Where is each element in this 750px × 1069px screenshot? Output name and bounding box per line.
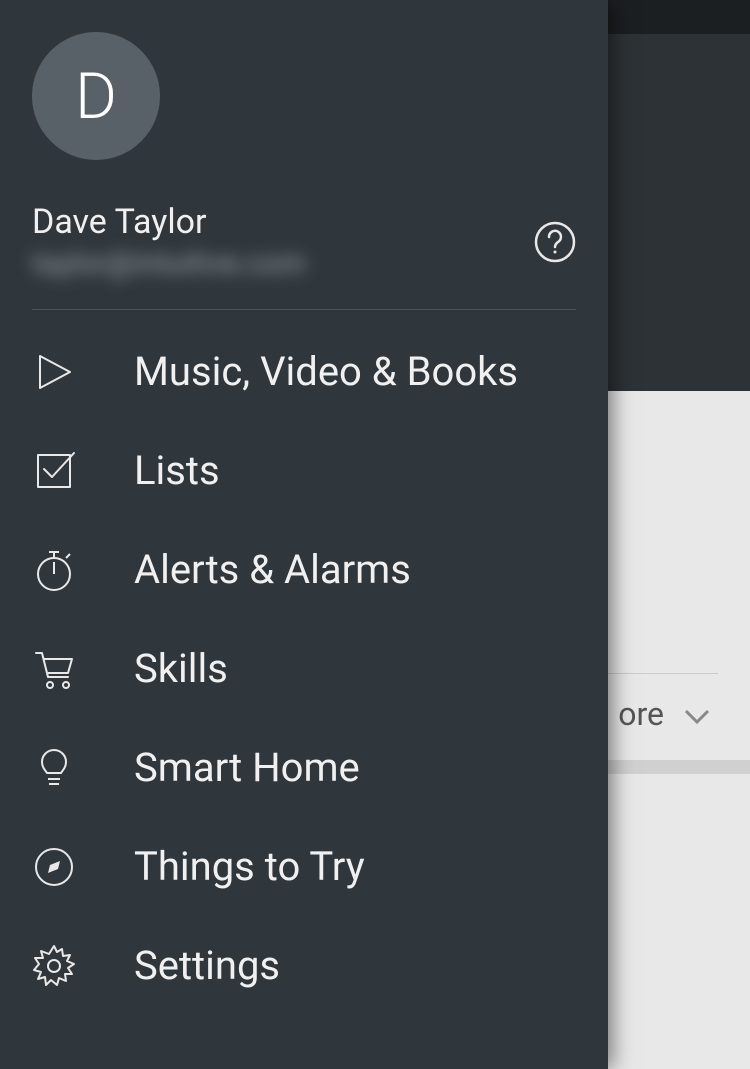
compass-icon	[32, 845, 76, 889]
cart-icon	[32, 647, 76, 691]
profile-section[interactable]: D Dave Taylor taylor@intuitive.com	[32, 32, 576, 310]
play-icon	[32, 350, 76, 394]
menu-label: Things to Try	[134, 843, 365, 890]
menu-label: Smart Home	[134, 744, 360, 791]
menu-item-alerts-alarms[interactable]: Alerts & Alarms	[32, 520, 576, 619]
stopwatch-icon	[32, 548, 76, 592]
bg-more-row[interactable]: ore	[608, 695, 710, 733]
menu-item-lists[interactable]: Lists	[32, 421, 576, 520]
menu-item-music-video-books[interactable]: Music, Video & Books	[32, 322, 576, 421]
menu-item-settings[interactable]: Settings	[32, 916, 576, 1015]
bulb-icon	[32, 746, 76, 790]
menu-item-smart-home[interactable]: Smart Home	[32, 718, 576, 817]
profile-text: Dave Taylor taylor@intuitive.com	[32, 202, 306, 281]
menu-label: Music, Video & Books	[134, 348, 518, 395]
bg-divider-line	[608, 673, 718, 674]
bg-section-divider	[608, 760, 750, 774]
help-icon[interactable]	[534, 221, 576, 263]
menu-label: Alerts & Alarms	[134, 546, 411, 593]
menu-list: Music, Video & Books Lists	[32, 322, 576, 1015]
menu-item-skills[interactable]: Skills	[32, 619, 576, 718]
profile-name: Dave Taylor	[32, 202, 306, 242]
bg-more-label: ore	[618, 695, 664, 733]
menu-label: Settings	[134, 942, 280, 989]
avatar-initial: D	[75, 59, 117, 134]
chevron-down-icon	[684, 695, 710, 733]
navigation-drawer: D Dave Taylor taylor@intuitive.com Music…	[0, 0, 608, 1069]
profile-email: taylor@intuitive.com	[32, 246, 306, 281]
menu-item-things-to-try[interactable]: Things to Try	[32, 817, 576, 916]
gear-icon	[32, 944, 76, 988]
profile-info-row: Dave Taylor taylor@intuitive.com	[32, 202, 576, 281]
menu-label: Skills	[134, 645, 228, 692]
check-icon	[32, 449, 76, 493]
menu-label: Lists	[134, 447, 220, 494]
avatar: D	[32, 32, 160, 160]
